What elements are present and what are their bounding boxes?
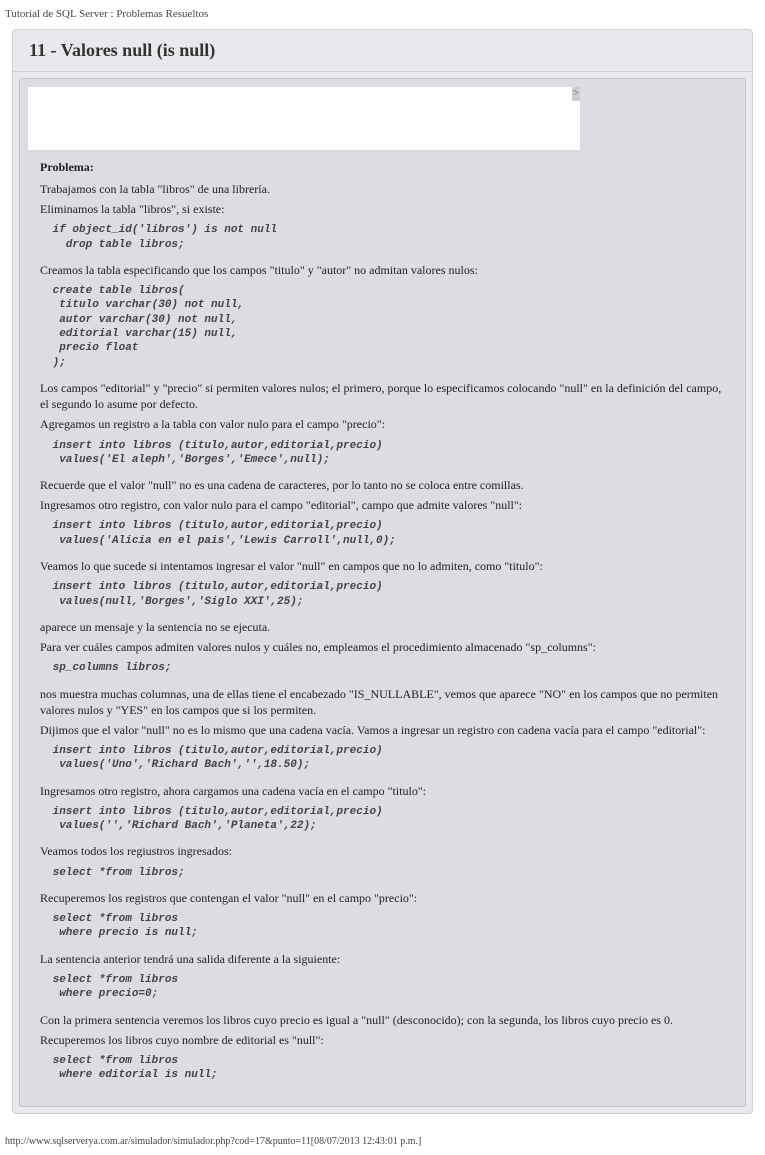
problem-label: Problema: [28, 160, 737, 175]
lesson-title: 11 - Valores null (is null) [13, 30, 752, 72]
code-block: select *from libros where precio is null… [28, 912, 737, 941]
paragraph: Ingresamos otro registro, ahora cargamos… [28, 783, 737, 799]
paragraph: Agregamos un registro a la tabla con val… [28, 416, 737, 432]
paragraph: Con la primera sentencia veremos los lib… [28, 1012, 737, 1028]
code-block: create table libros( titulo varchar(30) … [28, 284, 737, 370]
code-block: insert into libros (titulo,autor,editori… [28, 519, 737, 548]
ad-placeholder: > [28, 87, 580, 150]
paragraph: Veamos lo que sucede si intentamos ingre… [28, 558, 737, 574]
code-block: select *from libros where editorial is n… [28, 1054, 737, 1083]
paragraph: Los campos "editorial" y "precio" si per… [28, 380, 737, 412]
paragraph: Recuperemos los registros que contengan … [28, 890, 737, 906]
paragraph: Ingresamos otro registro, con valor nulo… [28, 497, 737, 513]
code-block: sp_columns libros; [28, 661, 737, 675]
paragraph: aparece un mensaje y la sentencia no se … [28, 619, 737, 635]
code-block: if object_id('libros') is not null drop … [28, 223, 737, 252]
code-block: select *from libros; [28, 866, 737, 880]
paragraph: Recuerde que el valor "null" no es una c… [28, 477, 737, 493]
paragraph: Veamos todos los regiustros ingresados: [28, 843, 737, 859]
code-block: insert into libros (titulo,autor,editori… [28, 744, 737, 773]
paragraph: Creamos la tabla especificando que los c… [28, 262, 737, 278]
code-block: insert into libros (titulo,autor,editori… [28, 805, 737, 834]
main-panel: 11 - Valores null (is null) > Problema: … [12, 29, 753, 1114]
paragraph: Para ver cuáles campos admiten valores n… [28, 639, 737, 655]
code-block: insert into libros (titulo,autor,editori… [28, 580, 737, 609]
paragraph: Eliminamos la tabla "libros", si existe: [28, 201, 737, 217]
content-panel: > Problema: Trabajamos con la tabla "lib… [19, 78, 746, 1107]
page-footer-url: http://www.sqlserverya.com.ar/simulador/… [0, 1126, 765, 1155]
code-block: insert into libros (titulo,autor,editori… [28, 439, 737, 468]
paragraph: Trabajamos con la tabla "libros" de una … [28, 181, 737, 197]
corner-glyph: > [572, 87, 580, 101]
code-block: select *from libros where precio=0; [28, 973, 737, 1002]
paragraph: Recuperemos los libros cuyo nombre de ed… [28, 1032, 737, 1048]
page-header: Tutorial de SQL Server : Problemas Resue… [0, 0, 765, 24]
paragraph: Dijimos que el valor "null" no es lo mis… [28, 722, 737, 738]
paragraph: La sentencia anterior tendrá una salida … [28, 951, 737, 967]
paragraph: nos muestra muchas columnas, una de ella… [28, 686, 737, 718]
